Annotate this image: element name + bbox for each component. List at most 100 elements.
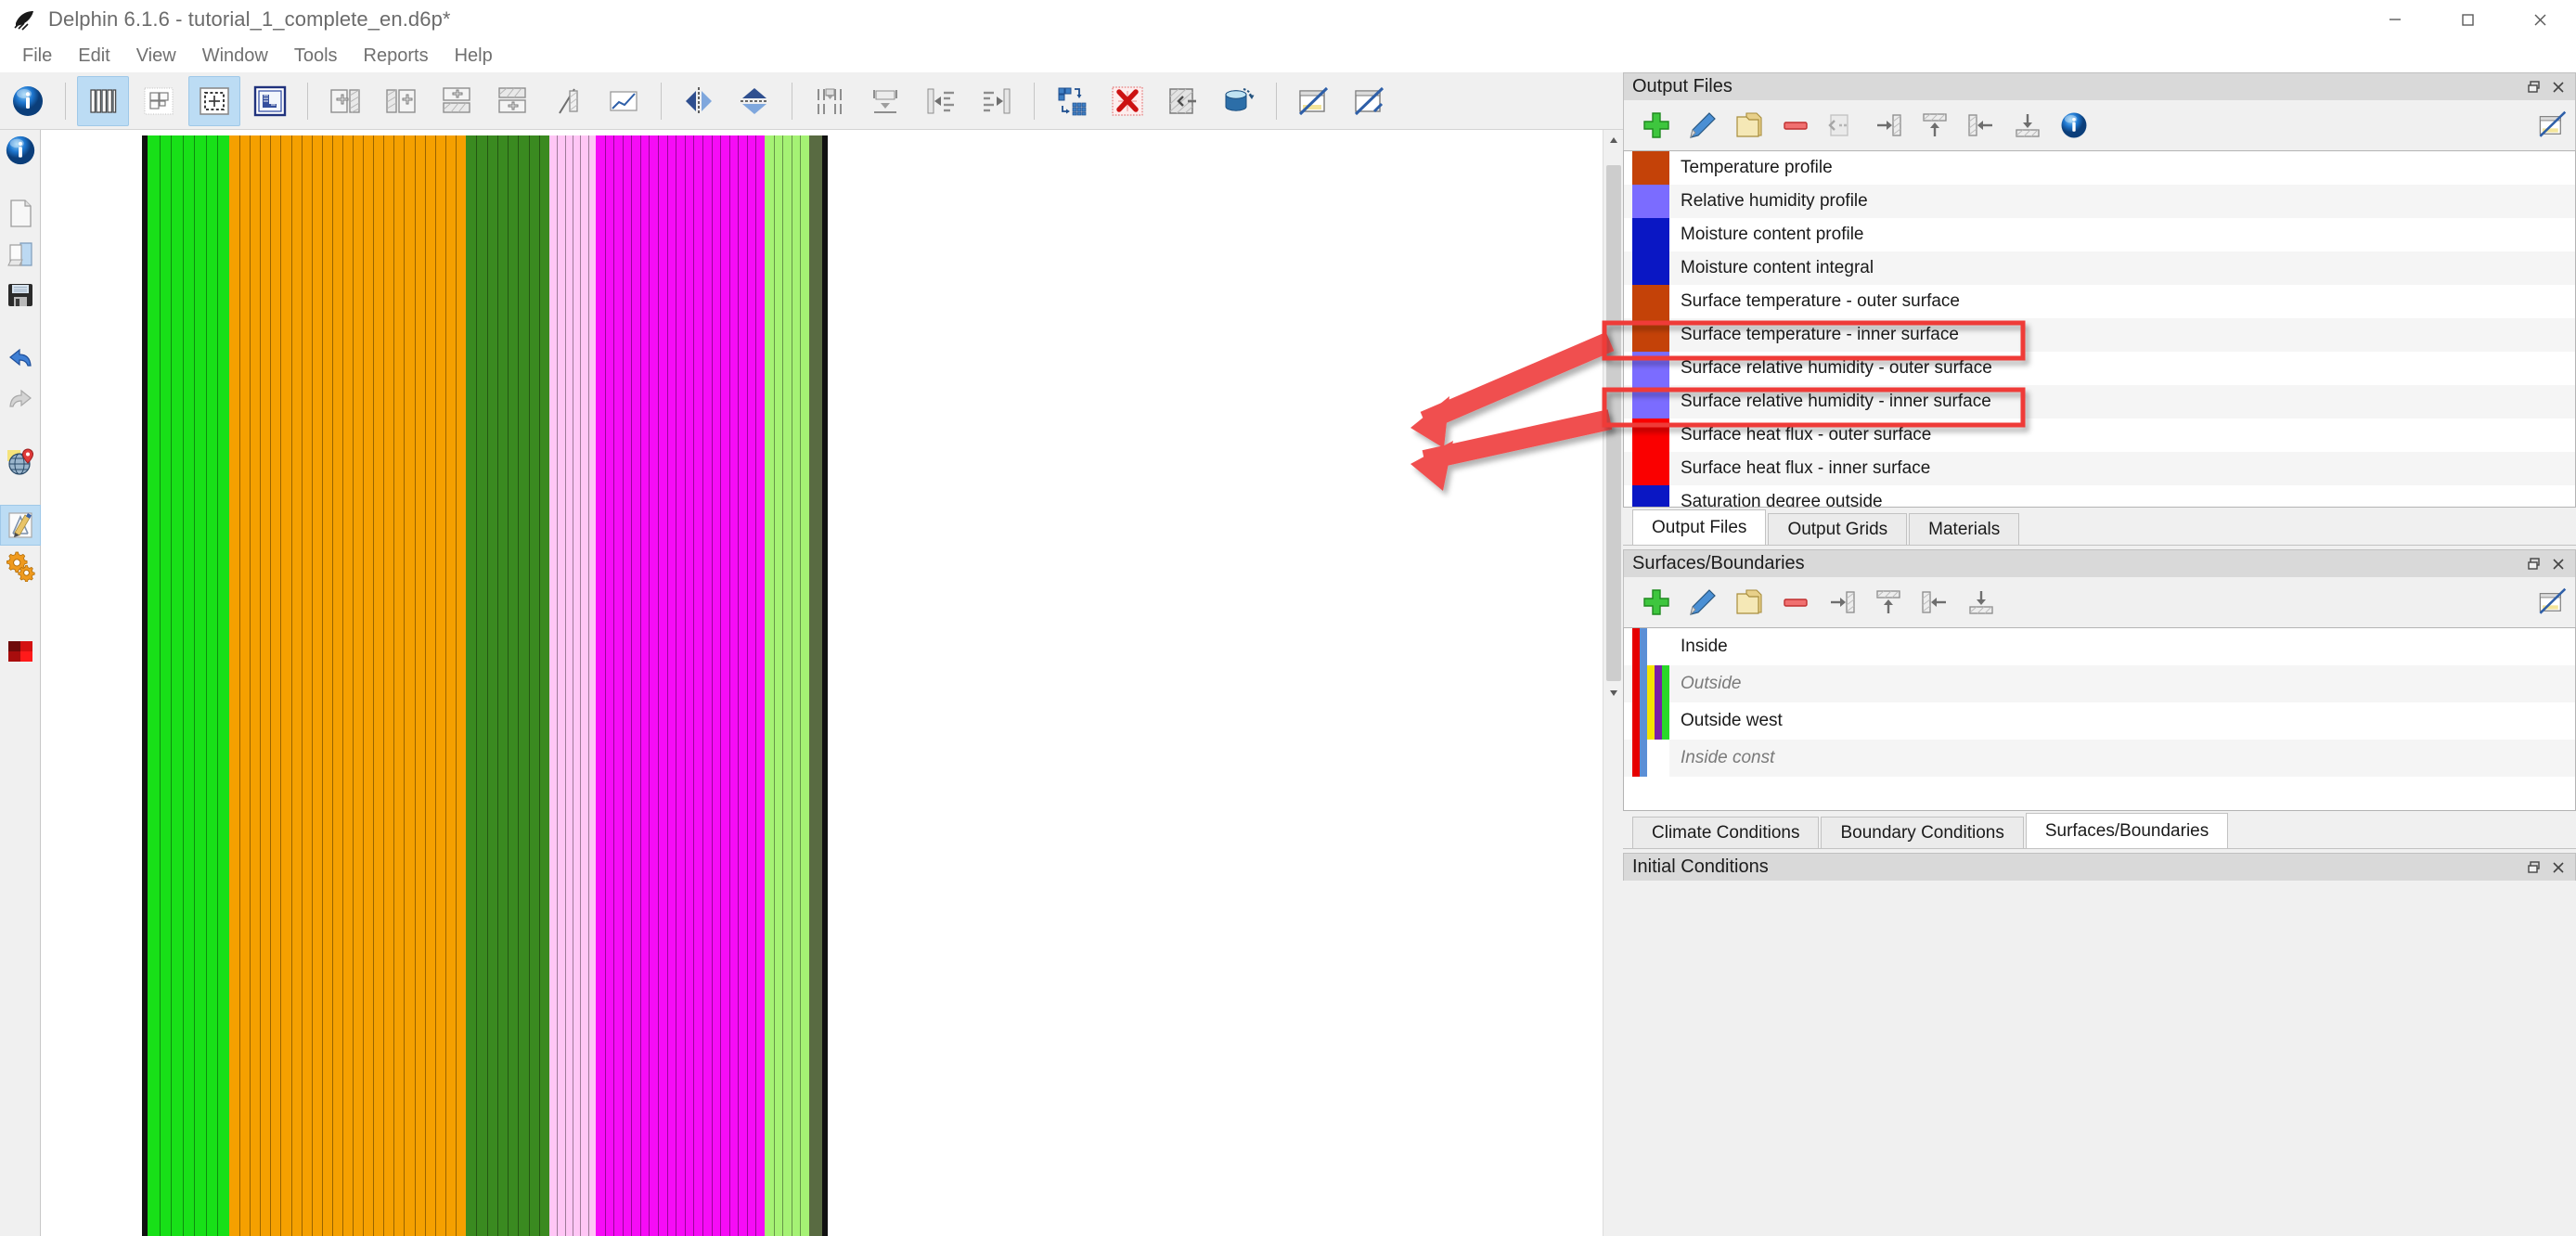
toolbar-add-layer-top-icon[interactable] [431, 76, 483, 126]
sidebar-item-red-cube-icon[interactable] [0, 631, 41, 672]
assign-top-icon[interactable] [1865, 581, 1912, 624]
material-band-insulation-orange[interactable] [229, 135, 466, 1236]
output-file-row[interactable]: Surface relative humidity - inner surfac… [1624, 385, 2575, 418]
sidebar-item-redo-arrow-icon[interactable] [0, 379, 41, 419]
canvas-vertical-scrollbar[interactable] [1603, 130, 1623, 1236]
close-panel-icon[interactable] [2549, 78, 2568, 97]
surface-row[interactable]: Outside [1624, 665, 2575, 702]
tab-output-grids[interactable]: Output Grids [1768, 513, 1908, 545]
tab-climate-conditions[interactable]: Climate Conditions [1632, 817, 1820, 848]
sidebar-item-undo-arrow-icon[interactable] [0, 338, 41, 379]
minimize-button[interactable] [2359, 0, 2431, 39]
scroll-down-icon[interactable] [1604, 683, 1624, 703]
maximize-button[interactable] [2431, 0, 2504, 39]
output-file-row[interactable]: Relative humidity profile [1624, 185, 2575, 218]
toolbar-add-layer-right-icon[interactable] [375, 76, 427, 126]
output-view-zoom-icon[interactable] [2529, 104, 2575, 147]
menu-item-reports[interactable]: Reports [351, 42, 442, 71]
toolbar-rotate-3d-icon[interactable] [1213, 76, 1265, 126]
remove-minus-icon[interactable] [1772, 581, 1819, 624]
toolbar-grid-cells-icon[interactable] [133, 76, 185, 126]
assign-inner-icon[interactable] [1958, 104, 2004, 147]
float-panel-icon[interactable] [2525, 555, 2544, 573]
surfaces-boundaries-list[interactable]: Inside Outside Outside west Inside const [1623, 627, 2576, 811]
copy-folder-icon[interactable] [1726, 581, 1772, 624]
assign-inner-icon[interactable] [1912, 581, 1958, 624]
output-file-row[interactable]: Surface heat flux - outer surface [1624, 418, 2575, 452]
assign-left-icon[interactable] [1819, 104, 1865, 147]
sidebar-item-open-folder-icon[interactable] [0, 234, 41, 275]
output-file-row[interactable]: Surface heat flux - inner surface [1624, 452, 2575, 485]
material-band-outer-render-green[interactable] [148, 135, 229, 1236]
tab-output-files[interactable]: Output Files [1632, 509, 1767, 545]
output-files-list[interactable]: Temperature profile Relative humidity pro… [1623, 150, 2576, 508]
menu-item-help[interactable]: Help [442, 42, 506, 71]
toolbar-edit-discretization-icon[interactable] [598, 76, 650, 126]
assign-right-icon[interactable] [1819, 581, 1865, 624]
output-file-row[interactable]: Surface temperature - outer surface [1624, 285, 2575, 318]
material-band-brick-dark-green[interactable] [466, 135, 549, 1236]
material-band-inner-plaster-lgreen[interactable] [765, 135, 809, 1236]
tab-surfaces-boundaries[interactable]: Surfaces/Boundaries [2025, 813, 2229, 848]
output-file-row[interactable]: Temperature profile [1624, 151, 2575, 185]
output-file-row[interactable]: Saturation degree outside [1624, 485, 2575, 507]
assign-top-icon[interactable] [1912, 104, 1958, 147]
toolbar-distribute-columns-icon[interactable] [804, 76, 856, 126]
toolbar-vertical-bars-icon[interactable] [77, 75, 129, 126]
toolbar-view-fit-icon[interactable] [1288, 76, 1340, 126]
tab-boundary-conditions[interactable]: Boundary Conditions [1821, 817, 2024, 848]
material-band-masonry-magenta[interactable] [596, 135, 765, 1236]
close-panel-icon[interactable] [2549, 555, 2568, 573]
menu-item-window[interactable]: Window [189, 42, 281, 71]
remove-minus-icon[interactable] [1772, 104, 1819, 147]
toolbar-remove-region-icon[interactable] [1101, 76, 1153, 126]
toolbar-assign-material-icon[interactable] [244, 76, 296, 126]
menu-item-edit[interactable]: Edit [65, 42, 122, 71]
surface-row[interactable]: Inside const [1624, 740, 2575, 777]
output-file-row[interactable]: Surface relative humidity - outer surfac… [1624, 352, 2575, 385]
toolbar-mirror-vertical-icon[interactable] [728, 76, 780, 126]
edit-pencil-icon[interactable] [1680, 104, 1726, 147]
sidebar-item-construction-design-icon[interactable] [0, 505, 41, 546]
toolbar-import-geometry-icon[interactable] [1157, 76, 1209, 126]
sidebar-item-save-floppy-icon[interactable] [0, 275, 41, 315]
edit-pencil-icon[interactable] [1680, 581, 1726, 624]
add-plus-icon[interactable] [1633, 581, 1680, 624]
assign-bottom-icon[interactable] [2004, 104, 2051, 147]
output-info-sphere-icon[interactable] [2051, 104, 2097, 147]
float-panel-icon[interactable] [2525, 78, 2544, 97]
float-panel-icon[interactable] [2525, 858, 2544, 877]
output-file-row[interactable]: Moisture content profile [1624, 218, 2575, 251]
toolbar-align-left-icon[interactable] [915, 76, 967, 126]
copy-folder-icon[interactable] [1726, 104, 1772, 147]
toolbar-select-region-icon[interactable] [188, 75, 240, 126]
sidebar-item-gears-settings-icon[interactable] [0, 546, 41, 586]
sidebar-item-climate-globe-pin-icon[interactable] [0, 442, 41, 483]
toolbar-add-layer-left-icon[interactable] [319, 76, 371, 126]
material-bands[interactable] [142, 135, 828, 1236]
assign-right-icon[interactable] [1865, 104, 1912, 147]
output-file-row[interactable]: Moisture content integral [1624, 251, 2575, 285]
tab-materials[interactable]: Materials [1909, 513, 2020, 545]
assign-bottom-icon[interactable] [1958, 581, 2004, 624]
toolbar-view-zoom-icon[interactable] [1344, 76, 1396, 126]
menu-item-tools[interactable]: Tools [281, 42, 351, 71]
output-file-row[interactable]: Surface temperature - inner surface [1624, 318, 2575, 352]
toolbar-info-sphere-icon[interactable] [2, 76, 54, 126]
toolbar-mirror-horizontal-icon[interactable] [673, 76, 725, 126]
toolbar-convert-grid-icon[interactable] [1046, 76, 1098, 126]
material-band-inner-surface-olive[interactable] [809, 135, 822, 1236]
construction-cross-section[interactable] [42, 130, 1603, 1236]
menu-item-file[interactable]: File [9, 42, 65, 71]
surface-row[interactable]: Inside [1624, 628, 2575, 665]
scrollbar-thumb[interactable] [1606, 165, 1621, 681]
toolbar-align-right-icon[interactable] [971, 76, 1023, 126]
scroll-up-icon[interactable] [1604, 130, 1624, 150]
close-panel-icon[interactable] [2549, 858, 2568, 877]
close-button[interactable] [2504, 0, 2576, 39]
surfaces-view-zoom-icon[interactable] [2529, 581, 2575, 624]
toolbar-add-layer-bottom-icon[interactable] [486, 76, 538, 126]
sidebar-item-project-information[interactable] [0, 130, 41, 171]
add-plus-icon[interactable] [1633, 104, 1680, 147]
surface-row[interactable]: Outside west [1624, 702, 2575, 740]
